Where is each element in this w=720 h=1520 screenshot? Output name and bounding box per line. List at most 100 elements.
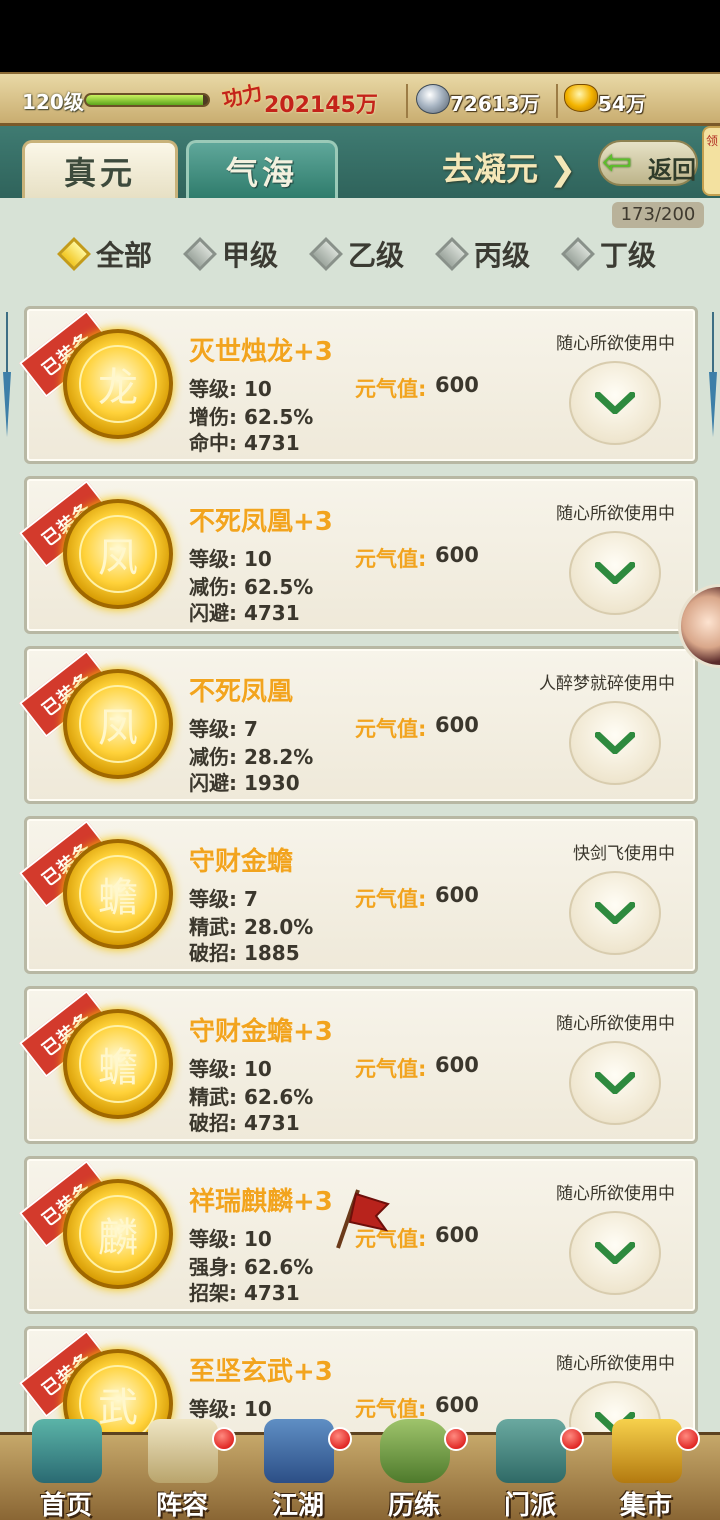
silver-icon xyxy=(416,84,450,114)
item-stat-2: 闪避: 1930 xyxy=(189,771,300,795)
medal-glyph: 麟 xyxy=(79,1195,157,1273)
yuanqi-value: 600 xyxy=(435,543,479,567)
diamond-radio-icon xyxy=(561,237,595,271)
book-sword-icon xyxy=(264,1419,334,1483)
yuanqi-label: 元气值: xyxy=(355,377,427,401)
notification-dot xyxy=(212,1427,236,1451)
spirit-medal-icon: 龙 xyxy=(63,329,173,439)
chevron-down-icon xyxy=(595,392,635,414)
used-by-label: 随心所欲使用中 xyxy=(556,334,675,354)
item-level: 等级: 10 xyxy=(189,547,272,571)
yuanqi-value: 600 xyxy=(435,713,479,737)
nav-sect[interactable]: 门派 xyxy=(472,1419,588,1520)
expand-button[interactable] xyxy=(569,1211,661,1295)
house-icon xyxy=(32,1419,102,1483)
goto-label: 去凝元 xyxy=(442,150,539,188)
chevron-right-icon: ❯ xyxy=(538,150,576,188)
bottom-nav: 首页 阵容 江湖 历练 门派 集市 xyxy=(0,1419,720,1520)
item-level: 等级: 10 xyxy=(189,1227,272,1251)
nav-jianghu[interactable]: 江湖 xyxy=(240,1419,356,1520)
side-tab-label: 领 xyxy=(705,134,718,148)
list-item[interactable]: 已装备 凤 不死凤凰+3 等级: 10 减伤: 62.5% 闪避: 4731 元… xyxy=(19,476,698,634)
divider xyxy=(406,84,408,118)
used-by-label: 人醉梦就碎使用中 xyxy=(539,674,675,694)
spirit-medal-icon: 蟾 xyxy=(63,839,173,949)
tab-qihai[interactable]: 气海 xyxy=(186,140,338,198)
filter-label: 全部 xyxy=(96,239,153,272)
filter-all[interactable]: 全部 xyxy=(57,234,153,274)
filter-yi[interactable]: 乙级 xyxy=(309,234,405,274)
nav-market[interactable]: 集市 xyxy=(588,1419,704,1520)
list-item[interactable]: 已装备 蟾 守财金蟾+3 等级: 10 精武: 62.6% 破招: 4731 元… xyxy=(19,986,698,1144)
gold-value: 54万 xyxy=(598,92,646,116)
tassel-right xyxy=(709,312,717,437)
list-item[interactable]: 已装备 凤 不死凤凰 等级: 7 减伤: 28.2% 闪避: 1930 元气值:… xyxy=(19,646,698,804)
tab-zhenyuan[interactable]: 真元 xyxy=(22,140,178,198)
chevron-down-icon xyxy=(595,732,635,754)
filter-label: 乙级 xyxy=(348,239,405,272)
diamond-radio-icon xyxy=(435,237,469,271)
medal-glyph: 蟾 xyxy=(79,855,157,933)
list-item[interactable]: 已装备 蟾 守财金蟾 等级: 7 精武: 28.0% 破招: 1885 元气值:… xyxy=(19,816,698,974)
filter-ding[interactable]: 丁级 xyxy=(561,234,657,274)
item-name: 守财金蟾+3 xyxy=(189,1017,333,1047)
item-stat-1: 减伤: 28.2% xyxy=(189,745,314,769)
expand-button[interactable] xyxy=(569,1041,661,1125)
item-stat-2: 破招: 1885 xyxy=(189,941,300,965)
filter-label: 丁级 xyxy=(600,239,657,272)
used-by-label: 随心所欲使用中 xyxy=(556,504,675,524)
filter-jia[interactable]: 甲级 xyxy=(183,234,279,274)
medal-glyph: 凤 xyxy=(79,515,157,593)
nav-training[interactable]: 历练 xyxy=(356,1419,472,1520)
used-by-label: 随心所欲使用中 xyxy=(556,1354,675,1374)
filter-label: 甲级 xyxy=(222,239,279,272)
notification-dot xyxy=(560,1427,584,1451)
yuanqi-value: 600 xyxy=(435,1393,479,1417)
yuanqi-value: 600 xyxy=(435,883,479,907)
filter-bing[interactable]: 丙级 xyxy=(435,234,530,274)
used-by-label: 快剑飞使用中 xyxy=(573,844,675,864)
war-flag-icon[interactable] xyxy=(328,1186,392,1252)
item-stat-1: 强身: 62.6% xyxy=(189,1255,314,1279)
list-item[interactable]: 已装备 龙 灭世烛龙+3 等级: 10 增伤: 62.5% 命中: 4731 元… xyxy=(19,306,698,464)
nav-lineup[interactable]: 阵容 xyxy=(124,1419,240,1520)
scroll-map-icon xyxy=(148,1419,218,1483)
back-button[interactable]: ⇦ 返回 xyxy=(598,140,698,186)
yuanqi-value: 600 xyxy=(435,1053,479,1077)
expand-button[interactable] xyxy=(569,361,661,445)
diamond-radio-icon xyxy=(183,237,217,271)
spirit-medal-icon: 凤 xyxy=(63,669,173,779)
item-name: 祥瑞麒麟+3 xyxy=(189,1187,333,1217)
item-name: 不死凤凰 xyxy=(189,677,294,707)
player-level: 120级 xyxy=(22,90,84,114)
item-level: 等级: 10 xyxy=(189,377,272,401)
sect-token-icon xyxy=(496,1419,566,1483)
notification-dot xyxy=(676,1427,700,1451)
spirit-medal-icon: 凤 xyxy=(63,499,173,609)
item-stat-2: 闪避: 4731 xyxy=(189,601,300,625)
grade-filters: 全部 甲级 乙级 丙级 丁级 xyxy=(0,226,720,278)
treasure-chest-icon xyxy=(612,1419,682,1483)
nav-label: 江湖 xyxy=(271,1491,324,1520)
xp-bar xyxy=(84,93,210,107)
resource-bar: 120级 功力 202145万 72613万 54万 xyxy=(0,72,720,126)
nav-home[interactable]: 首页 xyxy=(8,1419,124,1520)
expand-button[interactable] xyxy=(569,531,661,615)
item-level: 等级: 7 xyxy=(189,717,258,741)
divider xyxy=(556,84,558,118)
chevron-down-icon xyxy=(595,562,635,584)
yuanqi-value: 600 xyxy=(435,1223,479,1247)
gourd-icon xyxy=(380,1419,450,1483)
spirit-medal-icon: 麟 xyxy=(63,1179,173,1289)
tassel-left xyxy=(3,312,11,437)
item-level: 等级: 10 xyxy=(189,1397,272,1421)
power-value: 202145万 xyxy=(264,93,378,118)
yuanqi-value: 600 xyxy=(435,373,479,397)
goto-ningyuan-link[interactable]: 去凝元 ❯ xyxy=(442,144,576,190)
notification-dot xyxy=(444,1427,468,1451)
expand-button[interactable] xyxy=(569,701,661,785)
side-reward-tab[interactable]: 领 xyxy=(702,126,720,196)
tab-bar: 真元 气海 去凝元 ❯ ⇦ 返回 领 xyxy=(0,126,720,198)
nav-label: 历练 xyxy=(387,1491,440,1520)
expand-button[interactable] xyxy=(569,871,661,955)
